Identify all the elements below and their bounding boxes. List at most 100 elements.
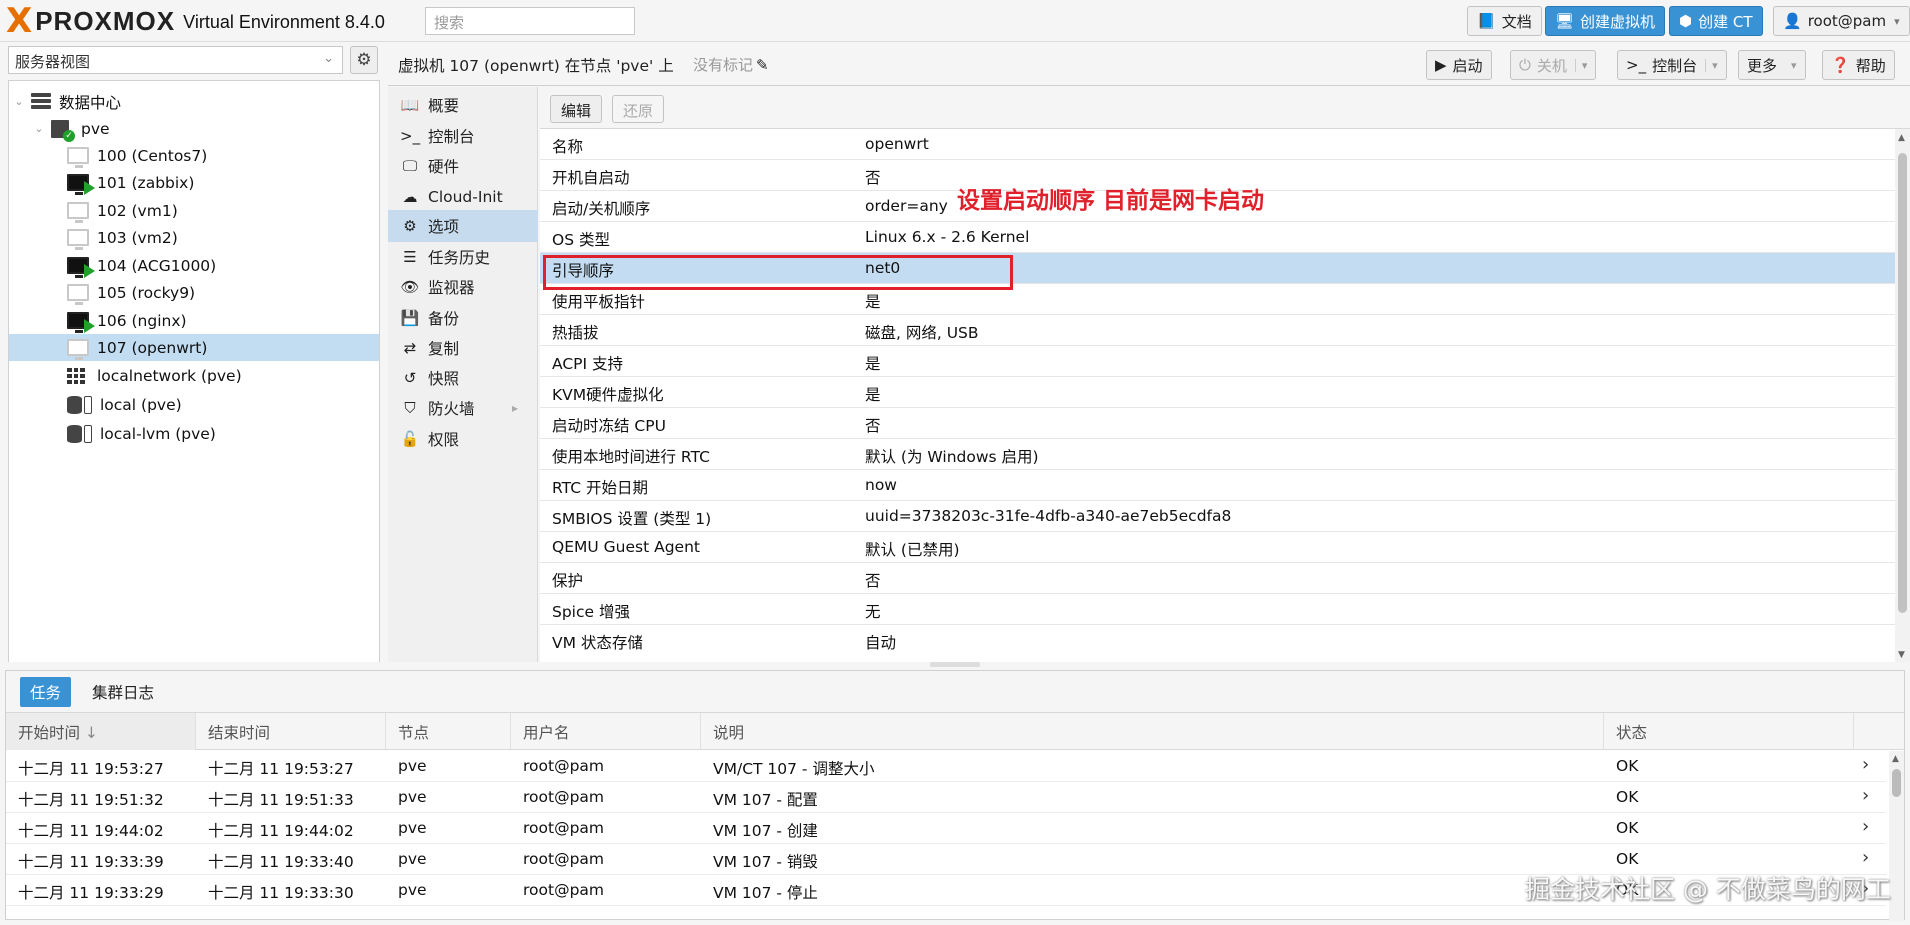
chevron-right-icon[interactable]: ›	[1862, 847, 1869, 868]
option-row-hotplug[interactable]: 热插拔 磁盘, 网络, USB	[540, 315, 1895, 346]
nav-backup[interactable]: 💾 备份	[388, 302, 538, 334]
scroll-down-icon[interactable]: ▼	[1898, 650, 1905, 660]
nav-permissions[interactable]: 🔓 权限	[388, 423, 538, 455]
collapse-toggle-icon[interactable]: ⌄	[13, 95, 25, 108]
nav-firewall[interactable]: ⛉ 防火墙 ▸	[388, 392, 538, 424]
chevron-down-icon[interactable]: ▾	[1574, 58, 1587, 72]
shutdown-button[interactable]: ⏻ 关机 ▾	[1510, 50, 1597, 80]
tab-cluster-log[interactable]: 集群日志	[82, 677, 164, 707]
tree-item-vm-100[interactable]: 100 (Centos7)	[9, 142, 379, 169]
option-row-spice[interactable]: Spice 增强 无	[540, 594, 1895, 625]
chevron-right-icon[interactable]: ›	[1862, 816, 1869, 837]
more-button[interactable]: 更多 ▾	[1738, 50, 1806, 80]
pencil-icon[interactable]: ✎	[756, 56, 769, 74]
scroll-thumb[interactable]	[1892, 769, 1901, 797]
search-input[interactable]: 搜索	[425, 7, 635, 35]
chevron-down-icon: ▾	[1894, 14, 1900, 28]
edit-button[interactable]: 编辑	[550, 95, 603, 123]
column-header-node[interactable]: 节点	[386, 713, 511, 750]
tree-item-vm-104[interactable]: 104 (ACG1000)	[9, 252, 379, 279]
history-icon: ↺	[403, 369, 417, 387]
option-row-kvm[interactable]: KVM硬件虚拟化 是	[540, 377, 1895, 408]
option-value: 自动	[865, 634, 897, 652]
proxmox-logo[interactable]: X PROXMOX Virtual Environment 8.4.0	[6, 4, 385, 38]
chevron-down-icon[interactable]: ▾	[1705, 58, 1718, 72]
create-vm-button[interactable]: 🖥 创建虚拟机	[1545, 6, 1666, 36]
tree-item-storage-local-lvm[interactable]: local-lvm (pve)	[9, 420, 379, 447]
log-tabs: 任务 集群日志	[6, 671, 1904, 713]
option-row-rtc-start[interactable]: RTC 开始日期 now	[540, 470, 1895, 501]
tree-item-label: local-lvm (pve)	[100, 424, 216, 443]
column-header-status[interactable]: 状态	[1604, 713, 1854, 750]
nav-snapshots[interactable]: ↺ 快照	[388, 362, 538, 394]
docs-button[interactable]: 📘 文档	[1467, 6, 1542, 36]
tree-item-vm-106[interactable]: 106 (nginx)	[9, 307, 379, 334]
option-row-acpi[interactable]: ACPI 支持 是	[540, 346, 1895, 377]
tree-item-node-pve[interactable]: ⌄ ✓ pve	[9, 115, 379, 142]
nav-hardware[interactable]: 🖵 硬件	[388, 150, 538, 182]
help-button[interactable]: ❓ 帮助	[1822, 50, 1895, 80]
tree-item-datacenter[interactable]: ⌄ 数据中心	[9, 88, 379, 115]
nav-cloud-init[interactable]: ☁ Cloud-Init	[388, 181, 538, 213]
task-status: OK	[1616, 788, 1639, 806]
nav-replication[interactable]: ⇄ 复制	[388, 332, 538, 364]
panel-splitter[interactable]	[0, 662, 1910, 670]
tree-item-vm-101[interactable]: 101 (zabbix)	[9, 169, 379, 196]
option-row-freeze-cpu[interactable]: 启动时冻结 CPU 否	[540, 408, 1895, 439]
gear-icon[interactable]: ⚙	[350, 46, 378, 74]
option-row-smbios[interactable]: SMBIOS 设置 (类型 1) uuid=3738203c-31fe-4dfb…	[540, 501, 1895, 532]
tree-item-vm-103[interactable]: 103 (vm2)	[9, 224, 379, 251]
tree-item-vm-105[interactable]: 105 (rocky9)	[9, 279, 379, 306]
tags-area[interactable]: 没有标记 ✎	[693, 54, 769, 75]
start-button[interactable]: ▶ 启动	[1426, 50, 1492, 80]
revert-button[interactable]: 还原	[612, 95, 665, 123]
nav-summary[interactable]: 📖 概要	[388, 89, 538, 121]
nav-monitor[interactable]: 👁 监视器	[388, 271, 538, 303]
option-row-protection[interactable]: 保护 否	[540, 563, 1895, 594]
option-key: 开机自启动	[552, 169, 630, 187]
task-row[interactable]: 十二月 11 19:51:32 十二月 11 19:51:33 pve root…	[6, 782, 1886, 813]
tab-tasks[interactable]: 任务	[20, 677, 72, 707]
storage-icon	[84, 395, 92, 414]
options-scrollbar[interactable]: ▲ ▼	[1895, 129, 1910, 662]
create-ct-button[interactable]: ⬢ 创建 CT	[1669, 6, 1763, 36]
view-selector-value: 服务器视图	[15, 53, 91, 71]
chevron-right-icon[interactable]: ›	[1862, 785, 1869, 806]
collapse-toggle-icon[interactable]: ⌄	[33, 122, 45, 135]
scroll-up-icon[interactable]: ▲	[1898, 133, 1905, 143]
tree-item-vm-102[interactable]: 102 (vm1)	[9, 197, 379, 224]
task-row[interactable]: 十二月 11 19:53:27 十二月 11 19:53:27 pve root…	[6, 751, 1886, 782]
option-key: SMBIOS 设置 (类型 1)	[552, 510, 712, 528]
vm-running-icon	[67, 257, 95, 278]
nav-console[interactable]: >_ 控制台	[388, 120, 538, 152]
user-menu-button[interactable]: 👤 root@pam ▾	[1773, 6, 1910, 36]
option-row-name[interactable]: 名称 openwrt	[540, 129, 1895, 160]
nav-options[interactable]: ⚙ 选项	[388, 210, 538, 242]
option-value: 默认 (为 Windows 启用)	[865, 448, 1039, 466]
vm-nav: 📖 概要 >_ 控制台 🖵 硬件 ☁ Cloud-Init ⚙ 选项 ☰ 任务历史 👁 监视器…	[388, 87, 538, 662]
column-header-description[interactable]: 说明	[701, 713, 1604, 750]
option-row-guest-agent[interactable]: QEMU Guest Agent 默认 (已禁用)	[540, 532, 1895, 563]
console-button[interactable]: >_ 控制台 ▾	[1617, 50, 1727, 80]
option-row-vmstate[interactable]: VM 状态存储 自动	[540, 625, 1895, 656]
column-header-start-time[interactable]: 开始时间 ↓	[6, 713, 196, 750]
user-icon: 👤	[1783, 12, 1802, 30]
task-scrollbar[interactable]: ▲	[1889, 751, 1904, 921]
nav-task-history[interactable]: ☰ 任务历史	[388, 241, 538, 273]
scroll-thumb[interactable]	[1898, 153, 1907, 613]
option-row-localtime[interactable]: 使用本地时间进行 RTC 默认 (为 Windows 启用)	[540, 439, 1895, 470]
column-header-user[interactable]: 用户名	[511, 713, 701, 750]
view-selector[interactable]: 服务器视图 ⌄	[8, 46, 343, 74]
scroll-up-icon[interactable]: ▲	[1892, 754, 1899, 764]
splitter-grip[interactable]	[930, 662, 980, 667]
status-ok-icon: ✓	[63, 129, 75, 142]
tree-item-vm-107[interactable]: 107 (openwrt)	[9, 334, 379, 361]
chevron-right-icon[interactable]: ›	[1862, 754, 1869, 775]
option-row-os-type[interactable]: OS 类型 Linux 6.x - 2.6 Kernel	[540, 222, 1895, 253]
tree-item-localnetwork[interactable]: localnetwork (pve)	[9, 362, 379, 389]
tree-item-storage-local[interactable]: local (pve)	[9, 391, 379, 418]
gear-icon: ⚙	[403, 217, 417, 235]
task-user: root@pam	[523, 850, 605, 868]
task-row[interactable]: 十二月 11 19:44:02 十二月 11 19:44:02 pve root…	[6, 813, 1886, 844]
column-header-end-time[interactable]: 结束时间	[196, 713, 386, 750]
